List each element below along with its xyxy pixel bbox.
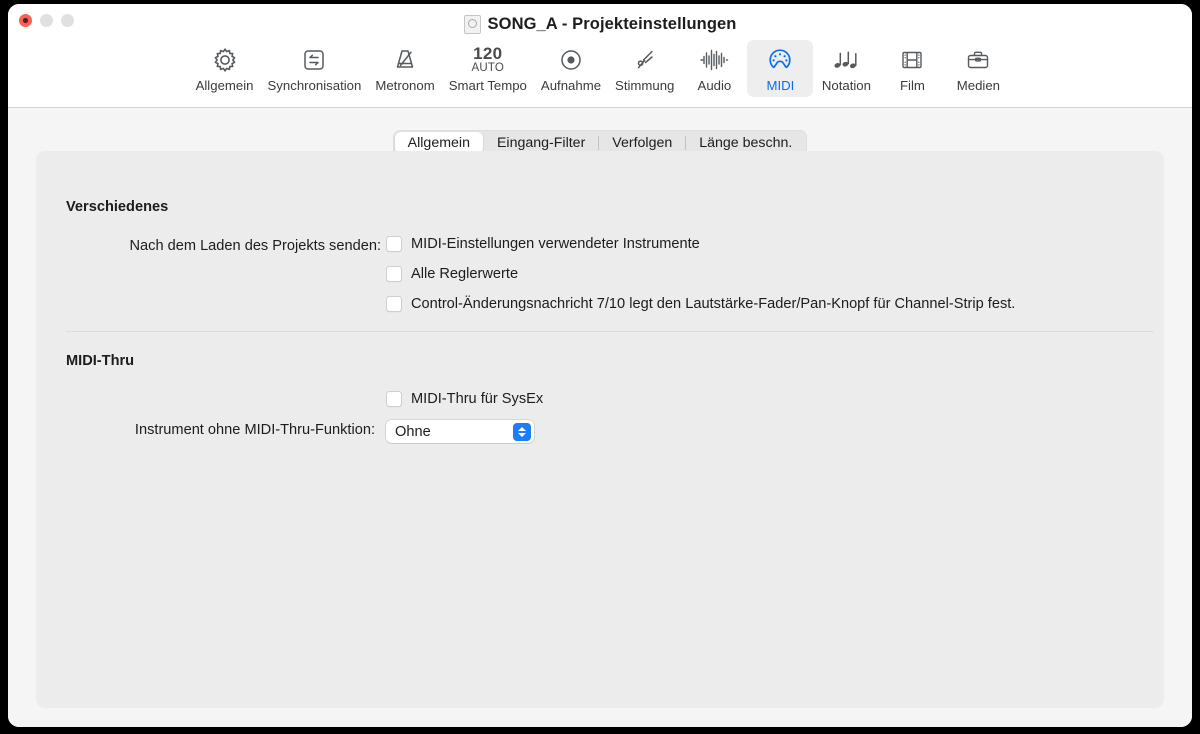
waveform-icon	[699, 43, 729, 77]
option-row-control-change[interactable]: Control-Änderungsnachricht 7/10 legt den…	[386, 296, 1015, 312]
project-settings-window: SONG_A - Projekteinstellungen Allgemein	[8, 4, 1192, 727]
toolbar-label: Notation	[821, 78, 871, 93]
section-title-midi-thru: MIDI-Thru	[66, 353, 135, 369]
toolbar-item-midi[interactable]: MIDI	[747, 40, 814, 97]
record-circle-icon	[558, 43, 584, 77]
toolbar-label: MIDI	[766, 78, 795, 93]
tuning-fork-icon	[632, 43, 658, 77]
section-divider	[66, 331, 1154, 332]
window-title-text: SONG_A - Projekteinstellungen	[487, 14, 737, 33]
toolbar-label: Allgemein	[195, 78, 254, 93]
toolbar-item-audio[interactable]: Audio	[681, 40, 747, 97]
settings-body: Allgemein Eingang-Filter Verfolgen Länge…	[8, 108, 1192, 727]
toolbar-item-aufnahme[interactable]: Aufnahme	[534, 40, 608, 97]
toolbar-item-film[interactable]: Film	[879, 40, 945, 97]
toolbar-label: Film	[899, 78, 925, 93]
instrument-popup-button[interactable]: Ohne	[386, 420, 534, 443]
document-icon	[463, 14, 481, 34]
metronome-icon	[391, 43, 419, 77]
toolbar-label: Audio	[697, 78, 732, 93]
gear-icon	[211, 43, 239, 77]
label-nach-dem-laden: Nach dem Laden des Projekts senden:	[129, 238, 382, 254]
smart-tempo-icon: 120 AUTO	[472, 43, 505, 77]
film-strip-icon	[899, 43, 925, 77]
checkbox-control-change[interactable]	[386, 296, 402, 312]
checkbox-label: MIDI-Einstellungen verwendeter Instrumen…	[411, 236, 700, 252]
checkbox-midi-thru-sysex[interactable]	[386, 391, 402, 407]
option-row-midi-thru-sysex[interactable]: MIDI-Thru für SysEx	[386, 391, 543, 407]
toolbar-item-synchronisation[interactable]: Synchronisation	[261, 40, 369, 97]
option-row-alle-reglerwerte[interactable]: Alle Reglerwerte	[386, 266, 518, 282]
window-title: SONG_A - Projekteinstellungen	[8, 12, 1192, 36]
checkbox-label: Control-Änderungsnachricht 7/10 legt den…	[411, 296, 1016, 312]
toolbar-item-smart-tempo[interactable]: 120 AUTO Smart Tempo	[442, 40, 534, 97]
toolbar-label: Medien	[956, 78, 1001, 93]
option-row-midi-settings[interactable]: MIDI-Einstellungen verwendeter Instrumen…	[386, 236, 700, 252]
toolbar-label: Stimmung	[615, 78, 675, 93]
label-instrument-ohne-midi-thru: Instrument ohne MIDI-Thru-Funktion:	[134, 422, 375, 438]
toolbar-item-allgemein[interactable]: Allgemein	[189, 40, 261, 97]
midi-plug-icon	[766, 43, 794, 77]
window-titlebar: SONG_A - Projekteinstellungen Allgemein	[8, 4, 1192, 108]
toolbar-label: Synchronisation	[267, 78, 362, 93]
toolbar-label: Smart Tempo	[448, 78, 527, 93]
toolbar-item-stimmung[interactable]: Stimmung	[608, 40, 681, 97]
popup-selected-value: Ohne	[395, 423, 431, 440]
sync-arrows-icon	[301, 43, 327, 77]
briefcase-icon	[965, 43, 991, 77]
checkbox-label: Alle Reglerwerte	[411, 266, 519, 282]
toolbar-item-medien[interactable]: Medien	[945, 40, 1011, 97]
notes-icon	[831, 43, 861, 77]
toolbar-label: Metronom	[375, 78, 435, 93]
checkbox-midi-settings[interactable]	[386, 236, 402, 252]
section-title-verschiedenes: Verschiedenes	[66, 199, 169, 215]
tempo-mode: AUTO	[471, 61, 505, 74]
settings-panel: Verschiedenes Nach dem Laden des Projekt…	[36, 151, 1164, 708]
tempo-value: 120	[473, 43, 503, 63]
toolbar-item-metronom[interactable]: Metronom	[368, 40, 441, 97]
settings-toolbar: Allgemein Synchronisation Metronom 120 A…	[8, 40, 1192, 97]
chevron-updown-icon	[513, 422, 531, 441]
checkbox-label: MIDI-Thru für SysEx	[411, 391, 544, 407]
toolbar-label: Aufnahme	[540, 78, 602, 93]
toolbar-item-notation[interactable]: Notation	[813, 40, 879, 97]
checkbox-alle-reglerwerte[interactable]	[386, 266, 402, 282]
